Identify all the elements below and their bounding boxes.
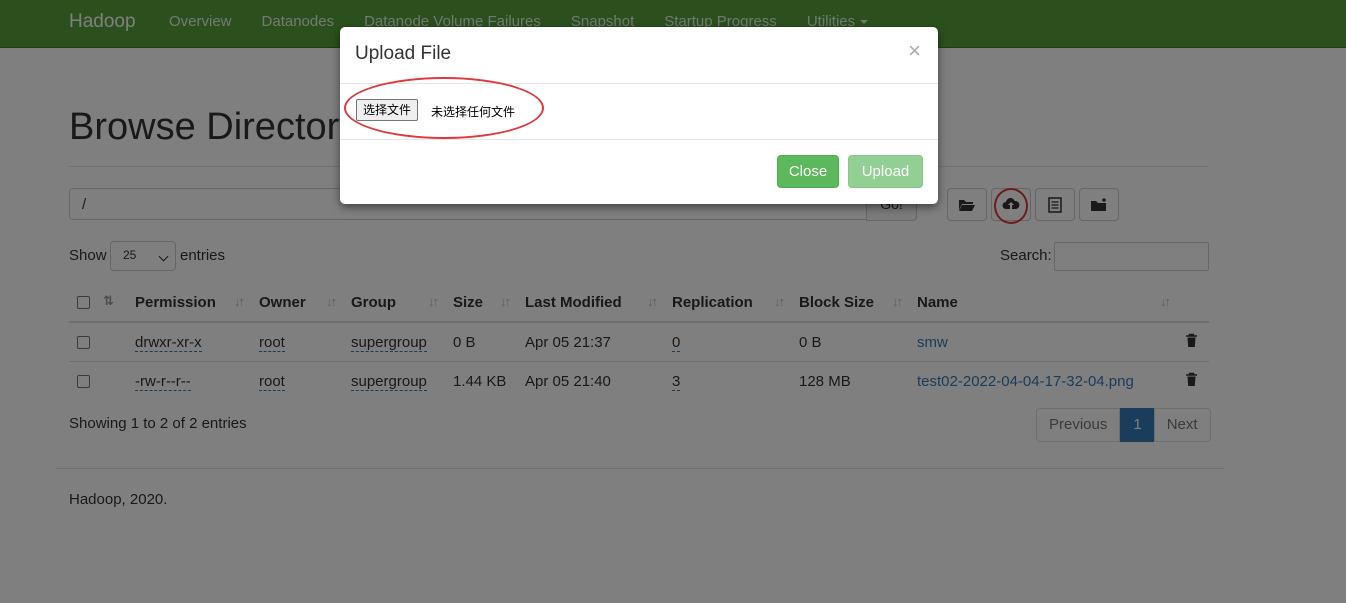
upload-file-modal: Upload File × 选择文件 未选择任何文件 Close Upload bbox=[340, 27, 938, 204]
close-button[interactable]: Close bbox=[777, 155, 839, 188]
modal-title: Upload File bbox=[355, 43, 452, 64]
file-input-highlight-annotation bbox=[344, 77, 544, 139]
close-icon[interactable]: × bbox=[908, 40, 921, 62]
modal-footer-divider bbox=[340, 139, 938, 140]
upload-submit-button[interactable]: Upload bbox=[848, 155, 923, 188]
